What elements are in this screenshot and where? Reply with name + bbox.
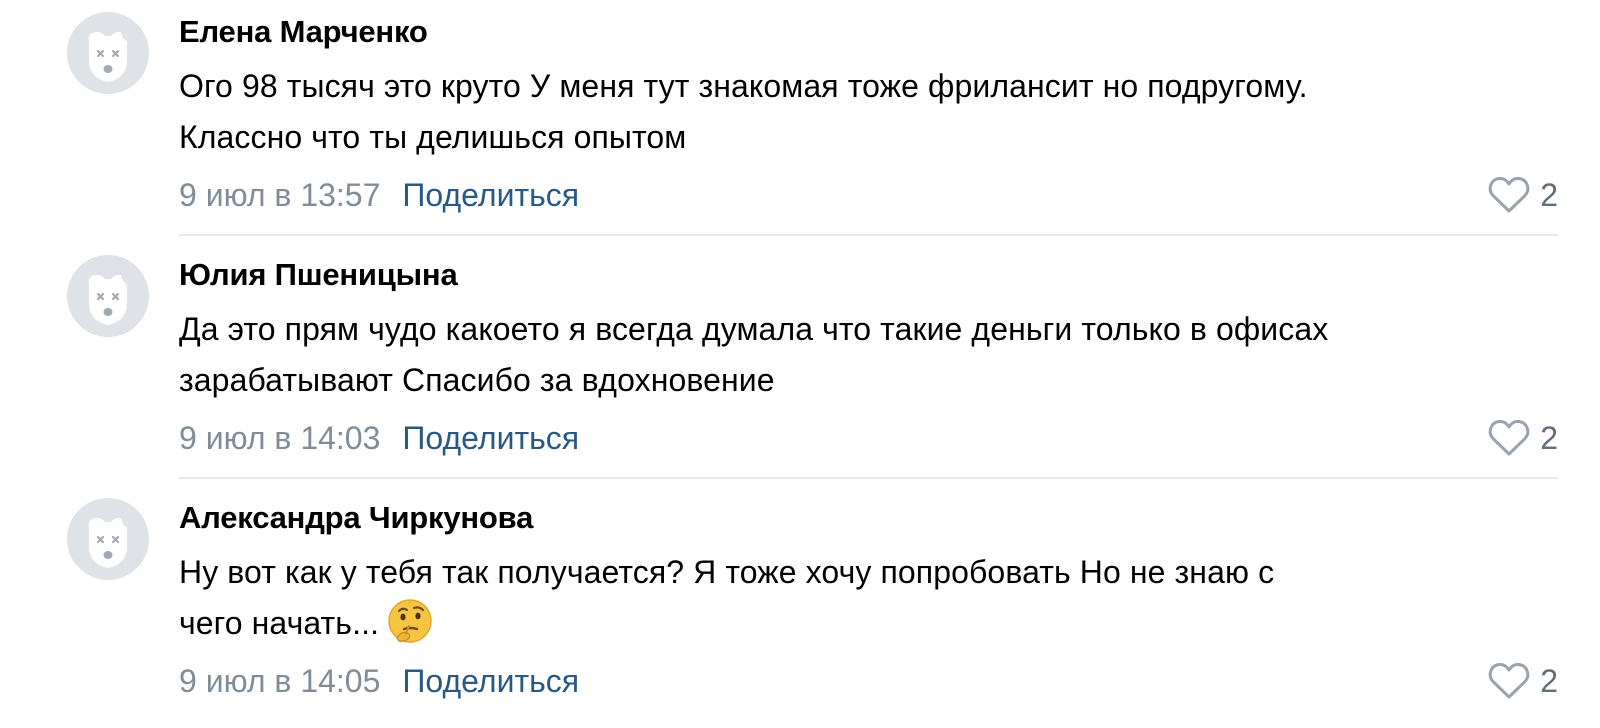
- comment-item: Юлия Пшеницына Да это прям чудо какоето …: [0, 243, 1600, 486]
- comment-text-line: зарабатывают Спасибо за вдохновение: [179, 362, 775, 398]
- comments-list: Елена Марченко Ого 98 тысяч это круто У …: [0, 0, 1600, 728]
- comment-date[interactable]: 9 июл в 14:03: [179, 420, 380, 456]
- comment-separator: [179, 477, 1558, 479]
- comment-text-line: чего начать...: [179, 598, 1559, 649]
- author-avatar[interactable]: [67, 255, 149, 337]
- share-link[interactable]: Поделиться: [402, 420, 579, 456]
- like-button[interactable]: 2: [1488, 175, 1558, 215]
- thinking-face-emoji: [387, 598, 433, 644]
- comment-text: Да это прям чудо какоето я всегда думала…: [179, 304, 1559, 406]
- comment-text: Ну вот как у тебя так получается? Я тоже…: [179, 547, 1559, 649]
- like-count: 2: [1540, 177, 1558, 213]
- dog-avatar-icon: [67, 12, 149, 94]
- like-count: 2: [1540, 663, 1558, 699]
- comment-meta: 9 июл в 13:57 Поделиться: [179, 175, 579, 215]
- comment-author[interactable]: Юлия Пшеницына: [179, 257, 458, 293]
- comment-date[interactable]: 9 июл в 13:57: [179, 177, 380, 213]
- comment-item: Александра Чиркунова Ну вот как у тебя т…: [0, 486, 1600, 728]
- comment-author[interactable]: Александра Чиркунова: [179, 500, 533, 536]
- like-button[interactable]: 2: [1488, 418, 1558, 458]
- heart-icon: [1488, 419, 1530, 456]
- comment-meta: 9 июл в 14:05 Поделиться: [179, 661, 579, 701]
- comment-text-fragment: чего начать...: [179, 605, 380, 641]
- comment-author[interactable]: Елена Марченко: [179, 14, 428, 50]
- author-avatar[interactable]: [67, 498, 149, 580]
- heart-icon: [1488, 176, 1530, 213]
- heart-icon: [1488, 662, 1530, 699]
- comment-text-line: Ого 98 тысяч это круто У меня тут знаком…: [179, 68, 1308, 104]
- comment-text-line: Ну вот как у тебя так получается? Я тоже…: [179, 554, 1275, 590]
- author-avatar[interactable]: [67, 12, 149, 94]
- comment-text: Ого 98 тысяч это круто У меня тут знаком…: [179, 61, 1559, 163]
- like-button[interactable]: 2: [1488, 661, 1558, 701]
- comment-date[interactable]: 9 июл в 14:05: [179, 663, 380, 699]
- dog-avatar-icon: [67, 255, 149, 337]
- comment-text-line: Классно что ты делишься опытом: [179, 119, 687, 155]
- thinking-face-icon: [388, 599, 432, 643]
- share-link[interactable]: Поделиться: [402, 663, 579, 699]
- like-count: 2: [1540, 420, 1558, 456]
- comment-meta: 9 июл в 14:03 Поделиться: [179, 418, 579, 458]
- comment-text-line: Да это прям чудо какоето я всегда думала…: [179, 311, 1329, 347]
- comment-separator: [179, 234, 1558, 236]
- share-link[interactable]: Поделиться: [402, 177, 579, 213]
- comment-item: Елена Марченко Ого 98 тысяч это круто У …: [0, 0, 1600, 243]
- dog-avatar-icon: [67, 498, 149, 580]
